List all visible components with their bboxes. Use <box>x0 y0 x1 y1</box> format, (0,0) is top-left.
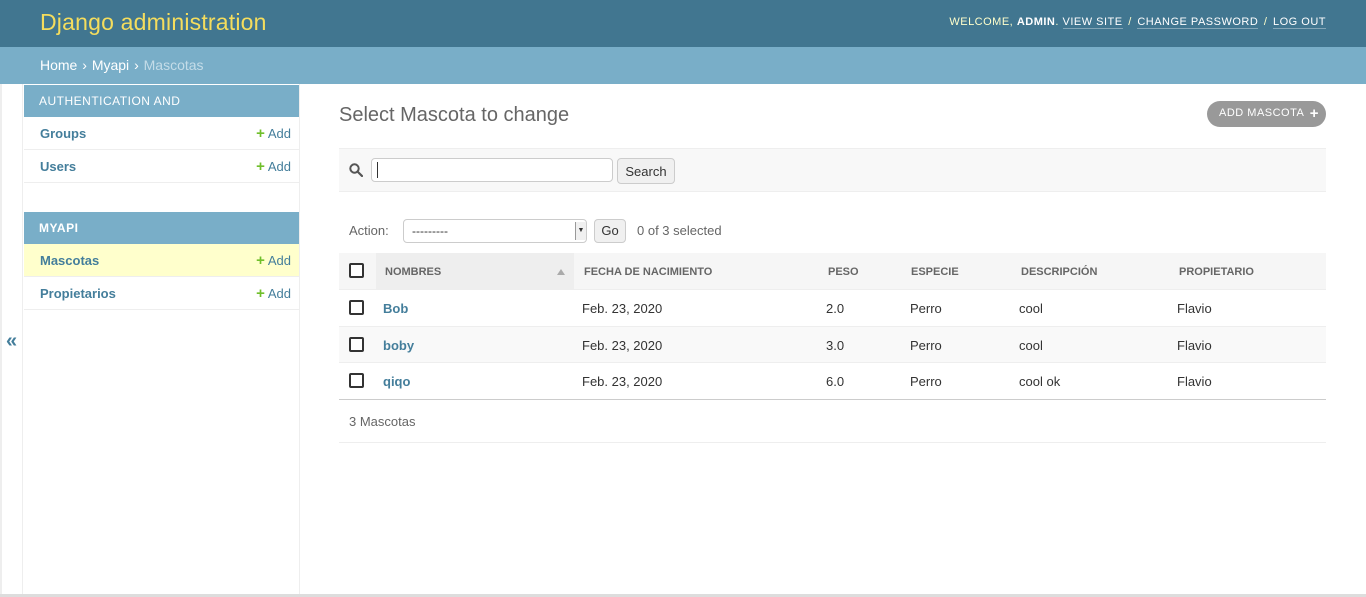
action-selected-value: --------- <box>412 224 448 238</box>
action-label: Action: <box>349 223 389 238</box>
add-label: Add <box>267 286 291 301</box>
row-propietario: Flavio <box>1177 337 1212 353</box>
sidebar-item-label[interactable]: Groups <box>40 126 86 141</box>
column-header-peso[interactable]: Peso <box>828 266 859 278</box>
add-label: Add <box>267 159 291 174</box>
module-caption[interactable]: Authentication and Authorization <box>24 85 299 140</box>
row-especie: Perro <box>910 374 942 389</box>
row-descripcion: cool <box>1019 301 1043 316</box>
username: ADMIN <box>1016 16 1056 28</box>
search-toolbar: Search <box>339 148 1326 192</box>
row-nombre-link[interactable]: Bob <box>383 301 408 316</box>
breadcrumb-app[interactable]: Myapi <box>92 57 129 73</box>
sidebar-item-label[interactable]: Users <box>40 159 76 174</box>
search-icon <box>349 163 364 180</box>
table-header: Nombres Fecha de nacimiento Peso Especie… <box>339 253 1326 290</box>
row-checkbox[interactable] <box>349 373 364 388</box>
row-especie: Perro <box>910 301 942 316</box>
table-row: boby Feb. 23, 2020 3.0 Perro cool Flavio <box>339 326 1326 363</box>
result-count: 3 Mascotas <box>349 414 416 429</box>
breadcrumb: Home › Myapi › Mascotas <box>0 47 1366 84</box>
table-row: qiqo Feb. 23, 2020 6.0 Perro cool ok Fla… <box>339 363 1326 400</box>
search-input[interactable] <box>371 158 613 182</box>
sidebar-item-label[interactable]: Propietarios <box>40 286 116 301</box>
header: Django administration WELCOME, ADMIN. VI… <box>0 0 1366 47</box>
add-label: Add <box>267 126 291 141</box>
add-users-link[interactable]: + Add <box>256 158 291 175</box>
module-authentication: Authentication and Authorization Groups … <box>24 85 299 183</box>
plus-icon: + <box>256 125 265 142</box>
plus-icon: + <box>1309 105 1319 122</box>
sidebar-item-label[interactable]: Mascotas <box>40 253 99 268</box>
sidebar-item-mascotas: Mascotas + Add <box>24 244 299 277</box>
text-cursor <box>377 162 378 178</box>
add-label: Add <box>267 253 291 268</box>
column-header-propietario[interactable]: Propietario <box>1179 266 1254 278</box>
log-out-link[interactable]: LOG OUT <box>1272 16 1326 29</box>
breadcrumb-separator: › <box>82 57 87 73</box>
row-fecha: Feb. 23, 2020 <box>582 301 663 316</box>
breadcrumb-current: Mascotas <box>143 57 204 73</box>
row-propietario: Flavio <box>1177 374 1212 389</box>
select-all-checkbox[interactable] <box>349 263 364 278</box>
add-groups-link[interactable]: + Add <box>256 125 291 142</box>
row-checkbox[interactable] <box>349 336 364 352</box>
sort-ascending-icon[interactable] <box>557 269 565 275</box>
change-password-link[interactable]: CHANGE PASSWORD <box>1137 16 1259 29</box>
row-peso: 3.0 <box>826 337 845 353</box>
actions-bar: Action: --------- ▼ Go 0 of 3 selected <box>339 212 1326 252</box>
column-header-nombres[interactable]: Nombres <box>385 266 441 278</box>
add-mascota-label: ADD MASCOTA <box>1219 107 1305 119</box>
row-peso: 6.0 <box>826 374 845 389</box>
action-select[interactable]: --------- ▼ <box>403 219 587 243</box>
dropdown-arrow-icon: ▼ <box>575 222 586 240</box>
row-checkbox[interactable] <box>349 300 364 315</box>
column-header-fecha[interactable]: Fecha de nacimiento <box>584 266 712 278</box>
paginator: 3 Mascotas <box>339 400 1326 443</box>
plus-icon: + <box>256 285 265 302</box>
go-button[interactable]: Go <box>594 219 626 243</box>
row-nombre-link[interactable]: qiqo <box>383 374 410 389</box>
breadcrumb-separator: › <box>134 57 139 73</box>
separator: / <box>1128 16 1132 28</box>
row-propietario: Flavio <box>1177 301 1212 316</box>
separator: / <box>1263 16 1268 28</box>
results-table: Nombres Fecha de nacimiento Peso Especie… <box>339 253 1326 400</box>
welcome-text: WELCOME, <box>949 16 1014 28</box>
sidebar-item-propietarios: Propietarios + Add <box>24 277 299 310</box>
site-branding[interactable]: Django administration <box>40 9 267 36</box>
row-especie: Perro <box>910 337 942 353</box>
row-fecha: Feb. 23, 2020 <box>582 374 663 389</box>
row-nombre-link[interactable]: boby <box>383 338 414 353</box>
add-mascotas-link[interactable]: + Add <box>256 252 291 269</box>
view-site-link[interactable]: VIEW SITE <box>1062 16 1123 29</box>
nav-sidebar: Authentication and Authorization Groups … <box>23 84 300 597</box>
sidebar-toggle[interactable]: « <box>0 84 23 597</box>
selection-counter: 0 of 3 selected <box>637 223 722 238</box>
plus-icon: + <box>256 252 265 269</box>
search-button[interactable]: Search <box>617 158 675 184</box>
user-tools: WELCOME, ADMIN. VIEW SITE / CHANGE PASSW… <box>949 16 1326 29</box>
row-peso: 2.0 <box>826 301 845 316</box>
plus-icon: + <box>256 158 265 175</box>
add-mascota-button[interactable]: ADD MASCOTA + <box>1207 101 1326 127</box>
module-myapi: Myapi Mascotas + Add Propietarios + Add <box>24 212 299 310</box>
sidebar-item-users: Users + Add <box>24 150 299 183</box>
row-descripcion: cool <box>1019 337 1043 353</box>
breadcrumb-home[interactable]: Home <box>40 57 77 73</box>
table-row: Bob Feb. 23, 2020 2.0 Perro cool Flavio <box>339 290 1326 327</box>
column-header-especie[interactable]: Especie <box>911 266 959 278</box>
row-descripcion: cool ok <box>1019 374 1061 389</box>
page-title: Select Mascota to change <box>339 104 570 126</box>
double-chevron-left-icon[interactable]: « <box>6 331 17 351</box>
sidebar-item-groups: Groups + Add <box>24 117 299 150</box>
row-fecha: Feb. 23, 2020 <box>582 337 663 353</box>
add-propietarios-link[interactable]: + Add <box>256 285 291 302</box>
module-caption[interactable]: Myapi <box>24 212 299 244</box>
column-header-descripcion[interactable]: Descripción <box>1021 266 1097 278</box>
